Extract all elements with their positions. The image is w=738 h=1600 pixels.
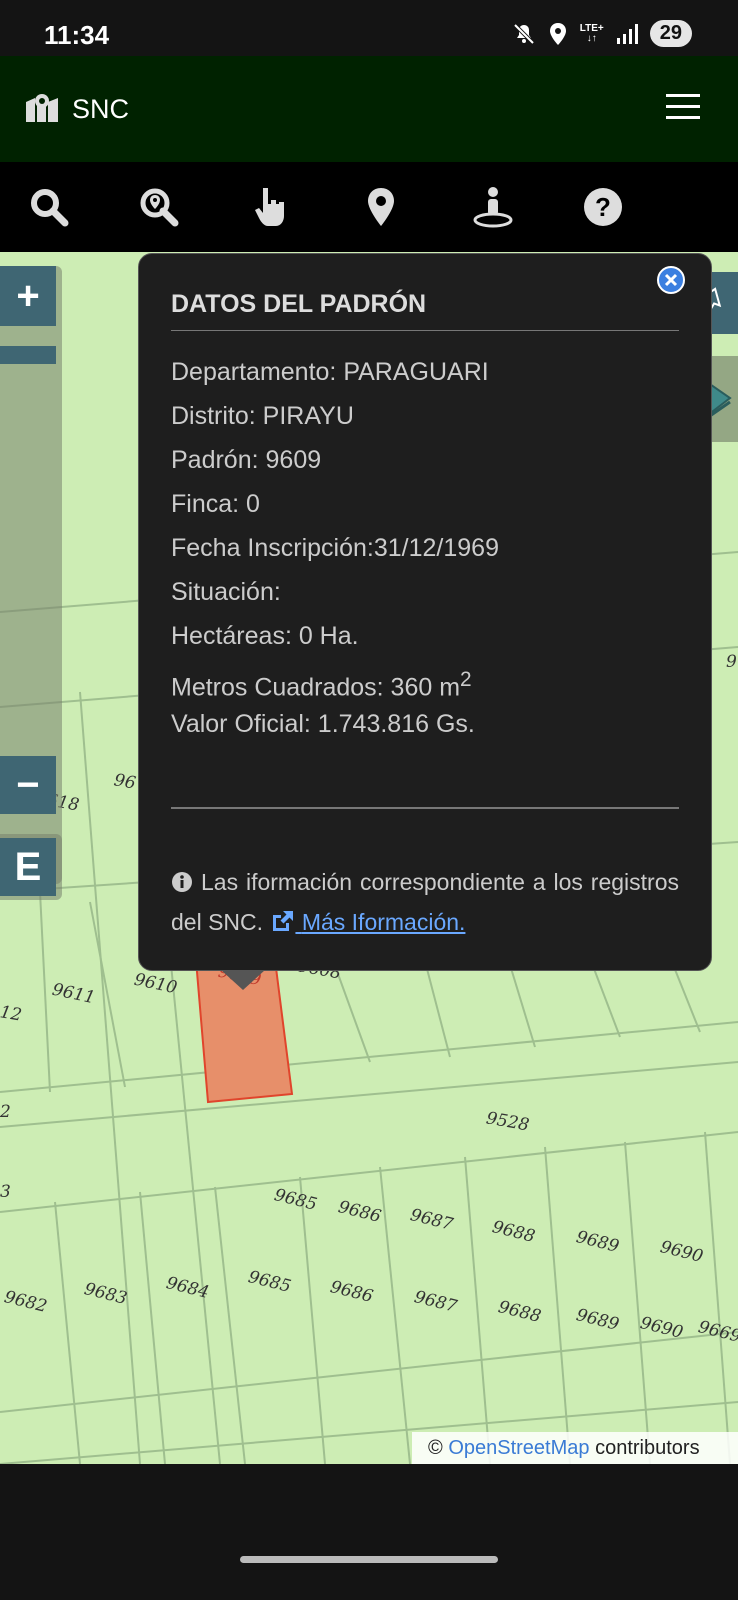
mute-icon [512, 22, 536, 46]
extent-button[interactable]: E [0, 838, 56, 896]
fecha-inscripcion-row: Fecha Inscripción:31/12/1969 [171, 534, 499, 562]
departamento-row: Departamento: PARAGUARI [171, 358, 489, 386]
padron-row: Padrón: 9609 [171, 446, 322, 474]
info-circle-icon [172, 872, 192, 892]
question-circle-icon: ? [584, 188, 622, 226]
lte-indicator: LTE+ ↓↑ [579, 22, 604, 44]
search-location-icon [140, 188, 179, 227]
lot-label: 12 [0, 1002, 24, 1026]
identify-button[interactable] [248, 184, 294, 230]
system-nav-bar [0, 1464, 738, 1600]
status-time: 11:34 [44, 20, 110, 50]
extent-control: E [0, 834, 62, 900]
battery-indicator: 29 [649, 20, 692, 47]
close-icon [664, 273, 678, 287]
popup-footer: Las iformación correspondiente a los reg… [171, 862, 679, 942]
hectareas-row: Hectáreas: 0 Ha. [171, 622, 359, 650]
zoom-in-button[interactable]: + [0, 266, 56, 326]
app-title: SNC [72, 94, 130, 124]
search-button[interactable] [26, 184, 72, 230]
divider [171, 807, 679, 809]
more-info-link[interactable]: Más Iformación. [269, 909, 465, 935]
app-bar: SNC [0, 56, 738, 162]
divider [171, 330, 679, 331]
metros-cuadrados-row: Metros Cuadrados: 360 m2 [171, 668, 472, 702]
lot-label: 3 [0, 1182, 11, 1202]
help-button[interactable]: ? [580, 184, 626, 230]
zoom-control: + − [0, 266, 62, 884]
map-marker-icon [368, 188, 394, 226]
location-button[interactable] [358, 184, 404, 230]
lot-label: 9 [726, 652, 737, 672]
situacion-row: Situación: [171, 578, 281, 606]
lot-label: 2 [0, 1102, 11, 1122]
status-bar: 11:34 LTE+ ↓↑ 29 [0, 0, 738, 56]
map-logo-icon [24, 92, 60, 129]
svg-text:?: ? [595, 192, 611, 222]
lot-label: 96 [112, 770, 138, 794]
street-view-button[interactable] [470, 184, 516, 230]
toolbar: ? [0, 162, 738, 252]
popup-pointer [221, 970, 265, 990]
external-link-icon [273, 911, 294, 931]
zoom-out-button[interactable]: − [0, 756, 56, 814]
finca-row: Finca: 0 [171, 490, 260, 518]
parcel-details: Departamento: PARAGUARI Distrito: PIRAYU… [171, 354, 499, 750]
home-gesture-handle[interactable] [240, 1556, 498, 1563]
map-attribution: © OpenStreetMap contributors [412, 1432, 738, 1464]
distrito-row: Distrito: PIRAYU [171, 402, 354, 430]
hand-pointer-icon [255, 188, 284, 226]
signal-icon [616, 23, 638, 45]
popup-close-button[interactable] [657, 266, 685, 294]
search-location-button[interactable] [136, 184, 182, 230]
status-icons: LTE+ ↓↑ 29 [512, 20, 692, 47]
parcel-info-popup: DATOS DEL PADRÓN Departamento: PARAGUARI… [138, 253, 712, 990]
street-view-icon [473, 187, 513, 228]
search-icon [31, 189, 69, 227]
hamburger-menu-button[interactable] [666, 94, 700, 120]
popup-title: DATOS DEL PADRÓN [171, 290, 427, 318]
osm-link[interactable]: OpenStreetMap [448, 1437, 589, 1459]
valor-oficial-row: Valor Oficial: 1.743.816 Gs. [171, 710, 475, 738]
location-icon [548, 22, 568, 46]
zoom-slider-handle[interactable] [0, 346, 56, 364]
